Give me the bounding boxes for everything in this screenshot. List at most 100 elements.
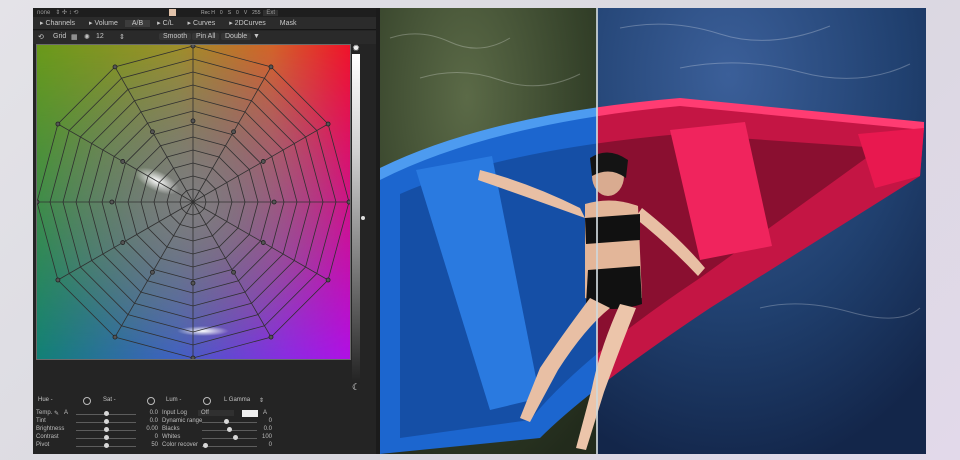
- control-point[interactable]: [268, 64, 274, 70]
- slider-knob[interactable]: [104, 443, 109, 448]
- tab-cl[interactable]: ▸ C/L: [150, 19, 180, 27]
- control-point[interactable]: [271, 199, 277, 205]
- control-point[interactable]: [190, 45, 196, 49]
- slider-knob[interactable]: [104, 435, 109, 440]
- control-point[interactable]: [190, 280, 196, 286]
- readout-value: 255: [252, 9, 261, 16]
- eyedropper-icon[interactable]: ✎: [54, 410, 59, 417]
- adjustment-sliders: Temp. ✎ A 0.0 Tint 0.0 Brightness 0.00 C: [33, 410, 376, 454]
- grid-toolbar: ⟲ Grid ▦ ✺ 12 ⇕ Smooth Pin All Double ▼: [33, 31, 376, 44]
- tab-mask[interactable]: Mask: [273, 20, 304, 27]
- slider-value: 0.0: [263, 426, 272, 432]
- reset-icon[interactable]: ⟲: [38, 33, 44, 41]
- slider-label: Contrast: [36, 434, 59, 440]
- stepper-arrows-icon[interactable]: ⇕: [259, 397, 264, 404]
- luminance-handle[interactable]: [361, 216, 365, 220]
- tab-curves[interactable]: ▸ Curves: [181, 19, 223, 27]
- slider-label: Tint: [36, 418, 46, 424]
- slider-knob[interactable]: [104, 411, 109, 416]
- control-point[interactable]: [260, 240, 266, 245]
- preset-dropdown[interactable]: none: [37, 10, 50, 16]
- slider-knob[interactable]: [233, 435, 238, 440]
- arrows-icon[interactable]: ⇕ ✣ ↕ ⟲: [55, 9, 78, 16]
- tab-2dcurves[interactable]: ▸ 2DCurves: [222, 19, 273, 27]
- dropdown-arrow-icon[interactable]: ▼: [253, 33, 260, 40]
- slider-knob[interactable]: [203, 443, 208, 448]
- control-point[interactable]: [260, 159, 266, 164]
- slider-track: [202, 438, 257, 439]
- input-log-label: Input Log: [162, 410, 188, 416]
- control-point[interactable]: [55, 121, 61, 127]
- tab-ab[interactable]: A/B: [124, 19, 151, 27]
- control-point[interactable]: [231, 129, 236, 135]
- slider-value: 0: [268, 418, 272, 424]
- color-recover-slider[interactable]: Color recover 0: [162, 442, 274, 450]
- tab-channels[interactable]: ▸ Channels: [33, 19, 82, 27]
- dynamic-range-slider[interactable]: Dynamic range 0: [162, 418, 274, 426]
- whites-slider[interactable]: Whites 100: [162, 434, 274, 442]
- color-swatch[interactable]: [169, 9, 176, 16]
- slider-knob[interactable]: [227, 427, 232, 432]
- slider-knob[interactable]: [224, 419, 229, 424]
- color-swatch-box[interactable]: [242, 410, 258, 417]
- control-point[interactable]: [268, 334, 274, 340]
- slider-label: Pivot: [36, 442, 50, 448]
- blacks-slider[interactable]: Blacks 0.0: [162, 426, 274, 434]
- tab-label: Curves: [193, 20, 216, 27]
- slider-value: 50: [151, 442, 158, 448]
- points-stepper[interactable]: 12: [96, 33, 104, 40]
- control-point[interactable]: [120, 240, 126, 245]
- image-preview[interactable]: [380, 8, 926, 454]
- tab-label: Channels: [45, 20, 76, 27]
- slider-value: 0.00: [146, 426, 158, 432]
- control-point[interactable]: [112, 64, 118, 70]
- control-point[interactable]: [109, 199, 115, 205]
- smooth-button[interactable]: Smooth: [159, 33, 192, 40]
- split-divider[interactable]: [596, 8, 598, 454]
- control-point[interactable]: [37, 199, 40, 205]
- lum-dial-icon[interactable]: [203, 397, 211, 405]
- slider-value: 100: [261, 434, 272, 440]
- tab-label: 2DCurves: [234, 20, 266, 27]
- color-wheel-canvas[interactable]: [36, 44, 351, 360]
- zoom-box[interactable]: Ext: [263, 9, 278, 16]
- luminance-slider[interactable]: [352, 54, 360, 384]
- slider-knob[interactable]: [104, 419, 109, 424]
- tab-label: C/L: [162, 20, 174, 27]
- control-point[interactable]: [231, 269, 236, 275]
- grid-icon[interactable]: ▦: [71, 33, 78, 41]
- control-point[interactable]: [190, 118, 196, 124]
- readout-label: V: [243, 9, 248, 16]
- tab-label: A/B: [131, 19, 144, 27]
- stepper-arrows-icon[interactable]: ⇕: [119, 33, 125, 41]
- slider-label: Temp.: [36, 410, 53, 416]
- double-button[interactable]: Double: [221, 33, 252, 40]
- hue-label: Hue -: [38, 397, 53, 403]
- control-point[interactable]: [190, 355, 196, 359]
- sat-label: Sat -: [103, 397, 116, 403]
- control-point[interactable]: [55, 277, 61, 283]
- slider-label: Brightness: [36, 426, 65, 432]
- control-point[interactable]: [325, 121, 331, 127]
- color-editor-panel: none ⇕ ✣ ↕ ⟲ Ext Rec H 0 S 0 V 255 ▸ Cha…: [33, 8, 376, 454]
- control-point[interactable]: [112, 334, 118, 340]
- input-log-dropdown[interactable]: Off: [198, 410, 234, 416]
- control-point[interactable]: [150, 269, 155, 275]
- picker-label: A: [64, 410, 69, 416]
- control-point[interactable]: [325, 277, 331, 283]
- tab-bar: ▸ Channels ▸ Volume A/B ▸ C/L ▸ Curves ▸…: [33, 17, 376, 30]
- slider-label: Blacks: [162, 426, 180, 432]
- slider-knob[interactable]: [104, 427, 109, 432]
- slider-track: [202, 422, 257, 423]
- picker-label: A: [263, 410, 268, 416]
- pin-all-button[interactable]: Pin All: [192, 33, 220, 40]
- web-icon[interactable]: ✺: [84, 33, 90, 41]
- hue-dial-icon[interactable]: [83, 397, 91, 405]
- control-point[interactable]: [120, 159, 126, 164]
- tab-volume[interactable]: ▸ Volume: [82, 19, 125, 27]
- sat-dial-icon[interactable]: [147, 397, 155, 405]
- slider-value: 0: [268, 442, 272, 448]
- control-point[interactable]: [150, 129, 155, 135]
- control-point[interactable]: [346, 199, 350, 205]
- mode-dropdown[interactable]: L Gamma: [224, 397, 250, 403]
